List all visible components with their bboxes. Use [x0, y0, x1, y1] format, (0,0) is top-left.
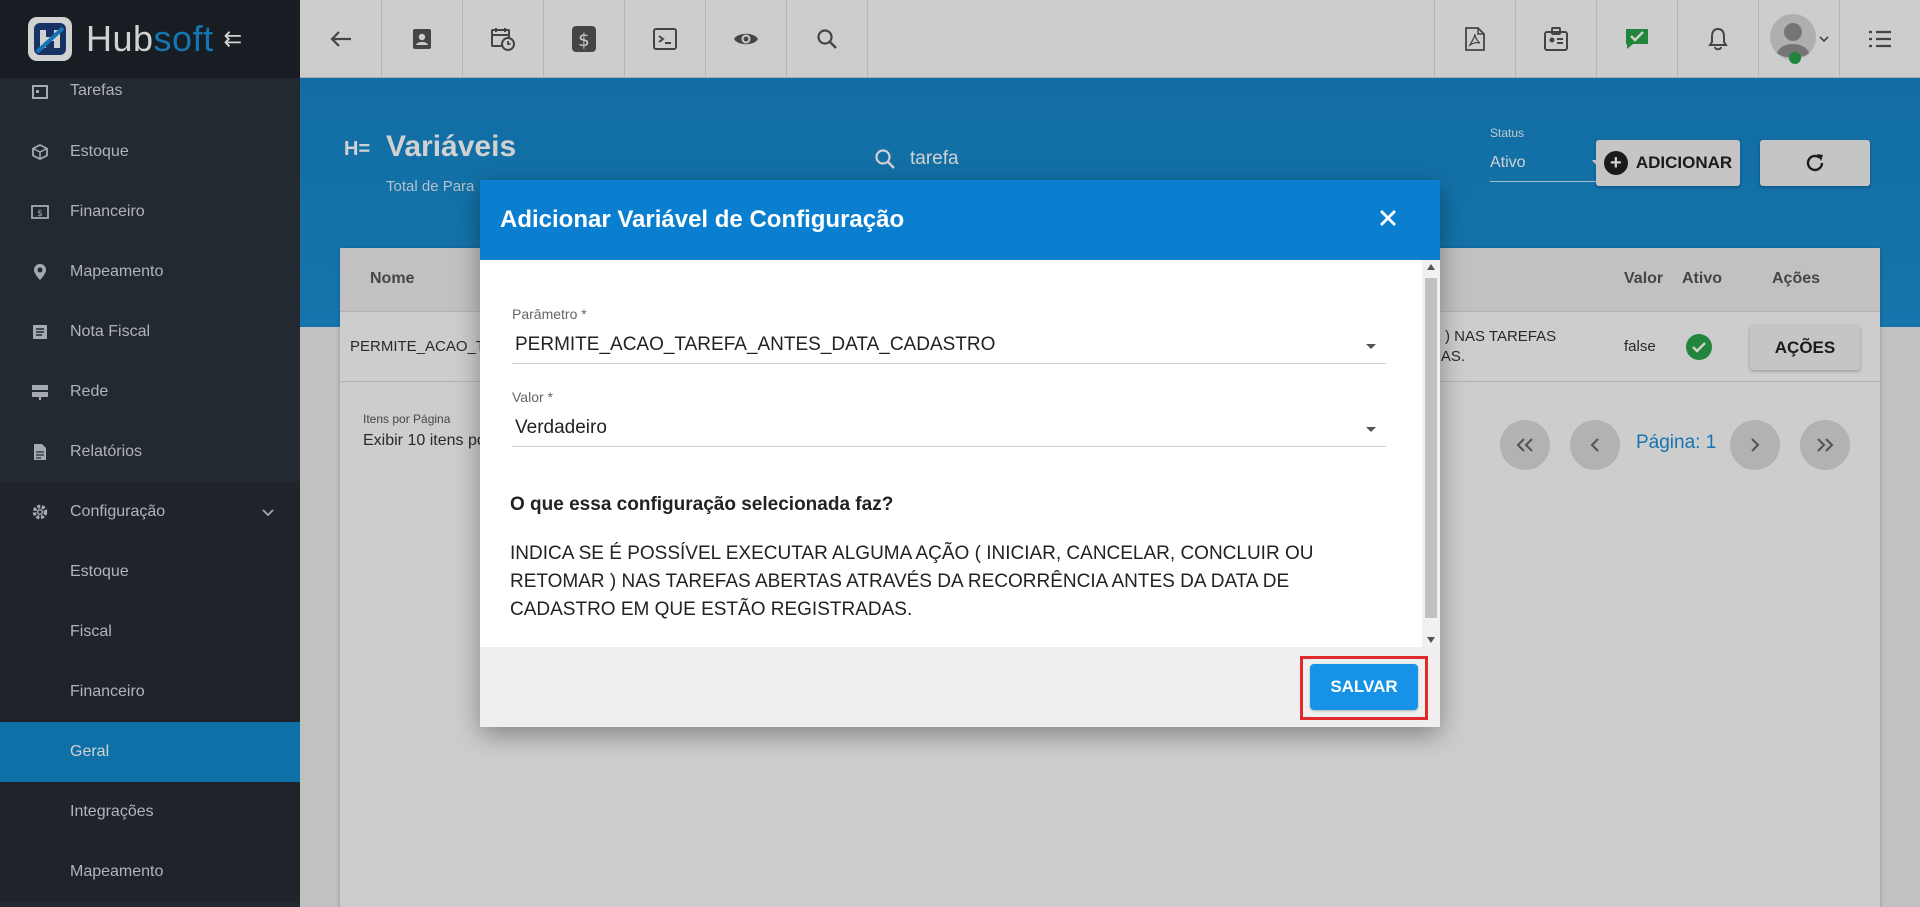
dropdown-arrow-icon [1366, 344, 1376, 349]
description-text: INDICA SE É POSSÍVEL EXECUTAR ALGUMA AÇÃ… [510, 543, 1314, 620]
close-button[interactable] [1378, 208, 1398, 233]
valor-select[interactable]: Verdadeiro [512, 411, 1386, 447]
description-question: O que essa configuração selecionada faz? [510, 494, 894, 515]
modal-footer: SALVAR [480, 647, 1440, 727]
scroll-up-icon[interactable] [1427, 264, 1435, 270]
valor-value: Verdadeiro [515, 417, 607, 438]
scroll-down-icon[interactable] [1427, 637, 1435, 643]
add-variable-modal: Adicionar Variável de Configuração Parâm… [480, 180, 1440, 727]
modal-header: Adicionar Variável de Configuração [480, 180, 1440, 260]
dropdown-arrow-icon [1366, 427, 1376, 432]
save-button[interactable]: SALVAR [1310, 664, 1418, 710]
modal-scrollbar[interactable] [1422, 260, 1440, 647]
scroll-thumb[interactable] [1425, 278, 1437, 618]
modal-body: Parâmetro * PERMITE_ACAO_TAREFA_ANTES_DA… [480, 260, 1440, 647]
close-icon [1380, 210, 1396, 226]
parametro-label: Parâmetro * [512, 306, 587, 322]
valor-label: Valor * [512, 389, 553, 405]
parametro-value: PERMITE_ACAO_TAREFA_ANTES_DATA_CADASTRO [515, 334, 996, 355]
parametro-select[interactable]: PERMITE_ACAO_TAREFA_ANTES_DATA_CADASTRO [512, 328, 1386, 364]
modal-title: Adicionar Variável de Configuração [500, 206, 905, 233]
